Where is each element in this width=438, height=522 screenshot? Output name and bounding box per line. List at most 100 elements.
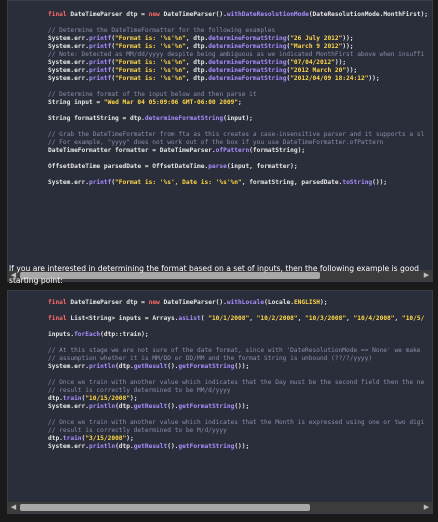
code-token: System.err. — [48, 43, 89, 50]
code-comment-line: // Determine format of the input below a… — [48, 91, 257, 99]
code-token: )); — [342, 43, 354, 50]
code-token: )); — [368, 75, 380, 82]
code-token: String input = — [48, 99, 104, 106]
code-token: dtp. — [48, 435, 63, 442]
code-token: // For example, "yyyy" does not work out… — [48, 139, 384, 146]
code-block-1-content: final DateTimeParser dtp = new DateTimeP… — [48, 1, 432, 269]
code-line: DateTimeFormatter formatter = DateTimePa… — [48, 147, 305, 155]
code-token: , — [394, 315, 402, 322]
code-token: "Format is: '%s'%n" — [115, 35, 186, 42]
code-token: forEach — [74, 331, 101, 338]
code-token: "2012/04/09 18:24:12" — [290, 75, 369, 82]
code-line: System.err.printf("Format is: '%s', Date… — [48, 179, 387, 187]
horizontal-scrollbar-2[interactable]: ◀ ▶ — [8, 502, 432, 513]
code-token: determineFormatString — [208, 67, 287, 74]
code-token: // result is correctly determined to be … — [48, 427, 227, 434]
code-comment-line: // Grab the DateTimeFormatter from fta a… — [48, 131, 424, 139]
code-token: (dtp. — [115, 443, 134, 450]
code-line: System.err.printf("Format is: '%s'%n", d… — [48, 35, 354, 43]
code-token: "Format is: '%s'%n" — [115, 59, 186, 66]
scroll-thumb[interactable] — [20, 504, 310, 511]
code-token: println — [88, 403, 116, 410]
code-token: "07/04/2012" — [290, 59, 335, 66]
code-token: ; — [238, 99, 242, 106]
code-line: String input = "Wed Mar 04 05:09:06 GMT-… — [48, 99, 242, 107]
code-line: inputs.forEach(dtp::train); — [48, 331, 149, 339]
code-token: getFormatString — [178, 443, 235, 450]
code-token: System.err. — [48, 443, 89, 450]
code-token: , dtp. — [185, 75, 209, 82]
code-line: String formatString = dtp.determineForma… — [48, 115, 253, 123]
code-token: ENGLISH — [293, 299, 321, 306]
code-line: System.err.printf("Format is: '%s'%n", d… — [48, 75, 380, 83]
code-token: asList — [178, 315, 201, 322]
code-token: // assumption whether it is MM/DD or DD/… — [48, 355, 373, 362]
code-line: System.err.printf("Format is: '%s'%n", d… — [48, 67, 357, 75]
code-token: "March 9 2012" — [290, 43, 343, 50]
code-token: (). — [167, 443, 179, 450]
code-token: println — [88, 443, 116, 450]
code-token: DateTimeParser(). — [159, 299, 227, 306]
code-comment-line: // Determine the DateTimeFormatter for t… — [48, 27, 275, 35]
code-token: determineFormatString — [208, 35, 287, 42]
code-token: "10/1/2008" — [208, 315, 250, 322]
code-comment-line: // At this stage we are not sure of the … — [48, 347, 421, 355]
code-token: )); — [334, 59, 347, 66]
code-token: determineFormatString — [208, 43, 287, 50]
code-token: String formatString = dtp. — [48, 115, 145, 122]
code-comment-line: // Once we train with another value whic… — [48, 379, 424, 387]
code-token: "Format is: '%s', Date is: '%s'%n" — [115, 179, 242, 186]
code-token: determineFormatString — [208, 75, 287, 82]
code-token: (dtp. — [115, 363, 134, 370]
code-token: , dtp. — [185, 59, 209, 66]
code-block-1: final DateTimeParser dtp = new DateTimeP… — [7, 0, 433, 282]
code-token: // Note: Detected as MM/dd/yyyy despite … — [48, 51, 425, 58]
code-token: getFormatString — [178, 403, 235, 410]
code-token: ()); — [234, 403, 250, 410]
code-comment-line: // assumption whether it is MM/DD or DD/… — [48, 355, 372, 363]
code-token: "10/3/2008" — [305, 315, 347, 322]
code-token: "3/15/2008" — [85, 435, 127, 442]
code-token: // Once we train with another value whic… — [48, 419, 425, 426]
code-line: final DateTimeParser dtp = new DateTimeP… — [48, 11, 428, 19]
code-token: determineFormatString — [208, 59, 287, 66]
code-token: printf — [88, 75, 112, 82]
code-token: System.err. — [48, 403, 89, 410]
code-token: "10/4/2008" — [353, 315, 395, 322]
code-token: withDateResolutionMode — [226, 11, 309, 18]
code-token: // At this stage we are not sure of the … — [48, 347, 421, 354]
code-token: withLocale — [226, 299, 265, 306]
code-token: DateTimeParser(). — [159, 11, 227, 18]
code-token: (DateResolutionMode.MonthFirst); — [308, 11, 429, 18]
code-line: dtp.train("10/15/2008"); — [48, 395, 137, 403]
code-comment-line: // Once we train with another value whic… — [48, 419, 424, 427]
code-comment-line: // result is correctly determined to be … — [48, 427, 227, 435]
code-token: ()); — [372, 179, 388, 186]
code-line: System.err.printf("Format is: '%s'%n", d… — [48, 59, 346, 67]
scroll-right-icon[interactable]: ▶ — [421, 502, 432, 513]
code-token: ); — [126, 435, 134, 442]
code-token: ()); — [234, 443, 250, 450]
scroll-left-icon[interactable]: ◀ — [8, 502, 19, 513]
code-token: new — [148, 11, 160, 18]
code-token: )); — [342, 35, 354, 42]
code-token: , dtp. — [185, 67, 209, 74]
code-token: System.err. — [48, 35, 89, 42]
code-token: ofPattern — [215, 147, 250, 154]
code-token: getResult — [133, 403, 168, 410]
code-token: // Determine the DateTimeFormatter for t… — [48, 27, 276, 34]
code-token: , formatString, parsedDate. — [241, 179, 343, 186]
code-token: "Format is: '%s'%n" — [115, 67, 186, 74]
code-comment-line: // Note: Detected as MM/dd/yyyy despite … — [48, 51, 424, 59]
code-token: DateTimeFormatter formatter = DateTimePa… — [48, 147, 216, 154]
code-token: printf — [88, 35, 112, 42]
code-token: (dtp. — [115, 403, 134, 410]
code-token: printf — [88, 59, 112, 66]
code-token: , — [249, 315, 257, 322]
code-token: parse — [208, 163, 227, 170]
code-token: DateTimeParser dtp = — [66, 11, 149, 18]
code-line: dtp.train("3/15/2008"); — [48, 435, 134, 443]
code-token: getResult — [133, 443, 168, 450]
code-token: System.err. — [48, 363, 89, 370]
code-token: (input); — [223, 115, 253, 122]
